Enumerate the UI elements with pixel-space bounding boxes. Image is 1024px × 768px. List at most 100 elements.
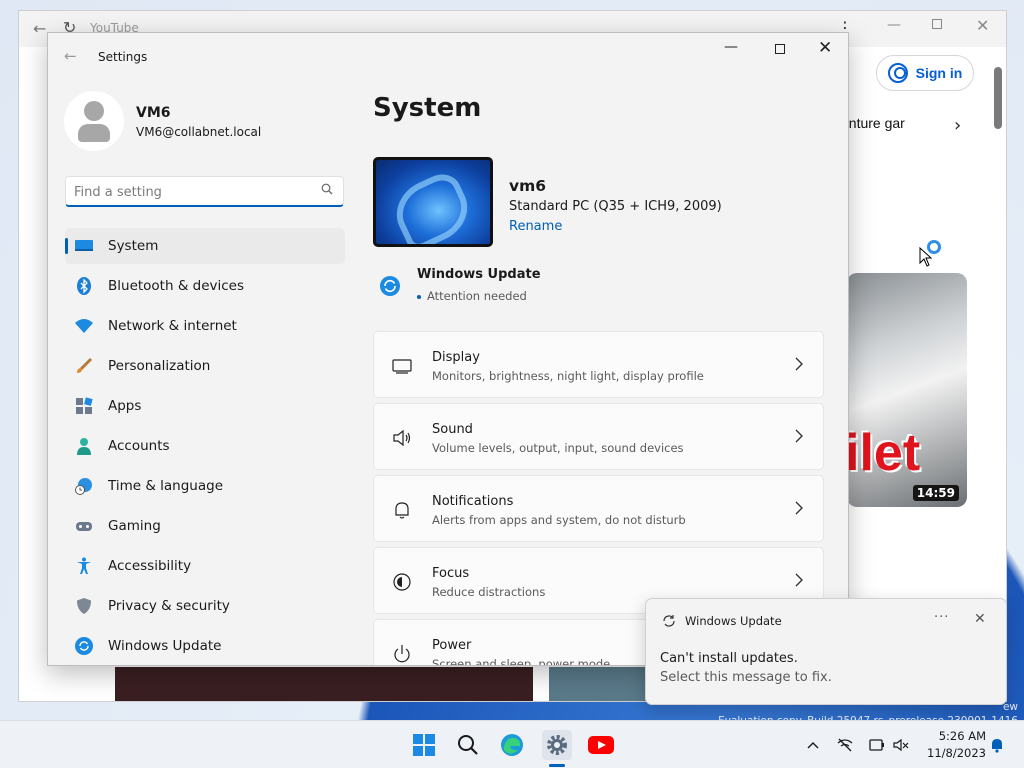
- browser-maximize-button[interactable]: [932, 19, 942, 29]
- network-disconnected-icon[interactable]: [837, 737, 853, 753]
- sign-in-label: Sign in: [915, 65, 963, 81]
- sidebar-item-bluetooth[interactable]: Bluetooth & devices: [65, 268, 345, 304]
- volume-muted-icon[interactable]: [893, 737, 909, 753]
- sidebar-item-personalization[interactable]: Personalization: [65, 348, 345, 384]
- sidebar-item-apps[interactable]: Apps: [65, 388, 345, 424]
- user-email: VM6@collabnet.local: [136, 125, 262, 139]
- sidebar-item-label: Privacy & security: [108, 598, 230, 614]
- windows-update-status: Attention needed: [417, 289, 527, 303]
- windows-update-toast[interactable]: Windows Update ··· ✕ Can't install updat…: [645, 598, 1007, 705]
- toast-title: Can't install updates.: [660, 651, 798, 666]
- search-icon: [458, 735, 478, 755]
- taskbar-clock-time[interactable]: 5:26 AM: [930, 729, 986, 743]
- card-title: Display: [432, 350, 480, 365]
- card-sound[interactable]: Sound Volume levels, output, input, soun…: [373, 403, 824, 470]
- update-icon: [75, 637, 93, 655]
- settings-window[interactable]: ← Settings — ✕ VM6 VM6@collabnet.local S…: [47, 32, 849, 666]
- chevron-right-icon: [795, 573, 803, 587]
- sidebar-item-windows-update[interactable]: Windows Update: [65, 628, 345, 664]
- close-icon[interactable]: ✕: [974, 611, 986, 627]
- windows-update-icon[interactable]: [379, 275, 401, 297]
- windows-start-icon: [413, 734, 435, 756]
- browser-close-button[interactable]: ✕: [976, 16, 989, 35]
- card-subtitle: Reduce distractions: [432, 585, 546, 599]
- sidebar-item-gaming[interactable]: Gaming: [65, 508, 345, 544]
- search-box[interactable]: [65, 176, 344, 207]
- browser-scrollbar[interactable]: [994, 67, 1002, 129]
- page-title: System: [373, 93, 482, 123]
- card-subtitle: Volume levels, output, input, sound devi…: [432, 441, 684, 455]
- shield-icon: [77, 598, 91, 614]
- chevron-up-icon[interactable]: [805, 737, 821, 753]
- search-icon: [321, 183, 333, 195]
- sidebar-item-system[interactable]: System: [65, 228, 345, 264]
- video-thumbnail[interactable]: ilet 14:59: [847, 273, 967, 507]
- device-name: vm6: [509, 177, 547, 195]
- power-icon: [394, 645, 410, 663]
- account-icon: [887, 63, 908, 83]
- card-subtitle: Screen and sleep, power mode: [432, 657, 611, 666]
- sidebar-item-accounts[interactable]: Accounts: [65, 428, 345, 464]
- chevron-right-icon: [795, 429, 803, 443]
- youtube-sign-in-button[interactable]: Sign in: [876, 55, 974, 91]
- card-notifications[interactable]: Notifications Alerts from apps and syste…: [373, 475, 824, 542]
- apps-icon: [76, 397, 93, 414]
- notification-bell-icon[interactable]: [989, 737, 1005, 753]
- card-subtitle: Alerts from apps and system, do not dist…: [432, 513, 686, 527]
- settings-content: System vm6 Standard PC (Q35 + ICH9, 2009…: [373, 33, 848, 666]
- user-name: VM6: [136, 105, 171, 121]
- browser-minimize-button[interactable]: —: [887, 17, 901, 33]
- battery-icon[interactable]: [869, 737, 885, 753]
- focus-icon: [393, 573, 411, 591]
- edge-icon: [501, 734, 523, 756]
- speaker-icon: [393, 429, 411, 447]
- accessibility-icon: [77, 557, 91, 574]
- chevron-right-icon[interactable]: ›: [954, 115, 961, 136]
- taskbar-clock-date[interactable]: 11/8/2023: [920, 746, 986, 760]
- video-thumbnail[interactable]: [549, 667, 649, 701]
- card-display[interactable]: Display Monitors, brightness, night ligh…: [373, 331, 824, 398]
- sidebar-item-label: Windows Update: [108, 638, 222, 654]
- active-app-indicator: [549, 764, 565, 767]
- start-button[interactable]: [409, 730, 439, 760]
- taskbar-search-button[interactable]: [453, 730, 483, 760]
- sidebar-item-privacy-security[interactable]: Privacy & security: [65, 588, 345, 624]
- gamepad-icon: [76, 522, 92, 531]
- sidebar-item-label: Personalization: [108, 358, 211, 374]
- windows-update-status-text: Attention needed: [427, 289, 527, 303]
- browser-back-icon[interactable]: ←: [33, 19, 46, 38]
- video-thumbnail[interactable]: [115, 667, 533, 701]
- taskbar-settings-button[interactable]: [542, 730, 572, 760]
- card-title: Sound: [432, 422, 473, 437]
- busy-spinner-icon: [927, 240, 941, 254]
- video-duration-badge: 14:59: [912, 485, 959, 501]
- wifi-icon: [75, 319, 93, 333]
- window-title: Settings: [98, 50, 148, 64]
- monitor-icon: [75, 240, 93, 251]
- brush-icon: [77, 357, 93, 373]
- toast-app-name: Windows Update: [685, 614, 782, 628]
- settings-nav: System Bluetooth & devices Network & int…: [65, 228, 345, 665]
- sidebar-item-label: Bluetooth & devices: [108, 278, 245, 294]
- person-icon: [77, 438, 91, 455]
- sidebar-item-label: Gaming: [108, 518, 161, 534]
- toast-body: Select this message to fix.: [660, 670, 832, 685]
- windows-update-title[interactable]: Windows Update: [417, 267, 541, 282]
- globe-clock-icon: [75, 478, 92, 495]
- sidebar-item-network[interactable]: Network & internet: [65, 308, 345, 344]
- sidebar-item-accessibility[interactable]: Accessibility: [65, 548, 345, 584]
- sidebar-item-label: Time & language: [108, 478, 224, 494]
- sidebar-item-time-language[interactable]: Time & language: [65, 468, 345, 504]
- more-options-icon[interactable]: ···: [934, 610, 949, 625]
- status-dot-icon: [417, 294, 421, 299]
- rename-link[interactable]: Rename: [509, 219, 562, 234]
- search-input[interactable]: [74, 182, 310, 202]
- taskbar-youtube-button[interactable]: [586, 730, 616, 760]
- avatar[interactable]: [64, 91, 124, 151]
- sidebar-item-label: Accounts: [108, 438, 170, 454]
- card-title: Notifications: [432, 494, 514, 509]
- back-arrow-icon[interactable]: ←: [64, 47, 77, 65]
- taskbar-edge-button[interactable]: [497, 730, 527, 760]
- update-icon: [663, 615, 675, 627]
- display-icon: [392, 359, 412, 374]
